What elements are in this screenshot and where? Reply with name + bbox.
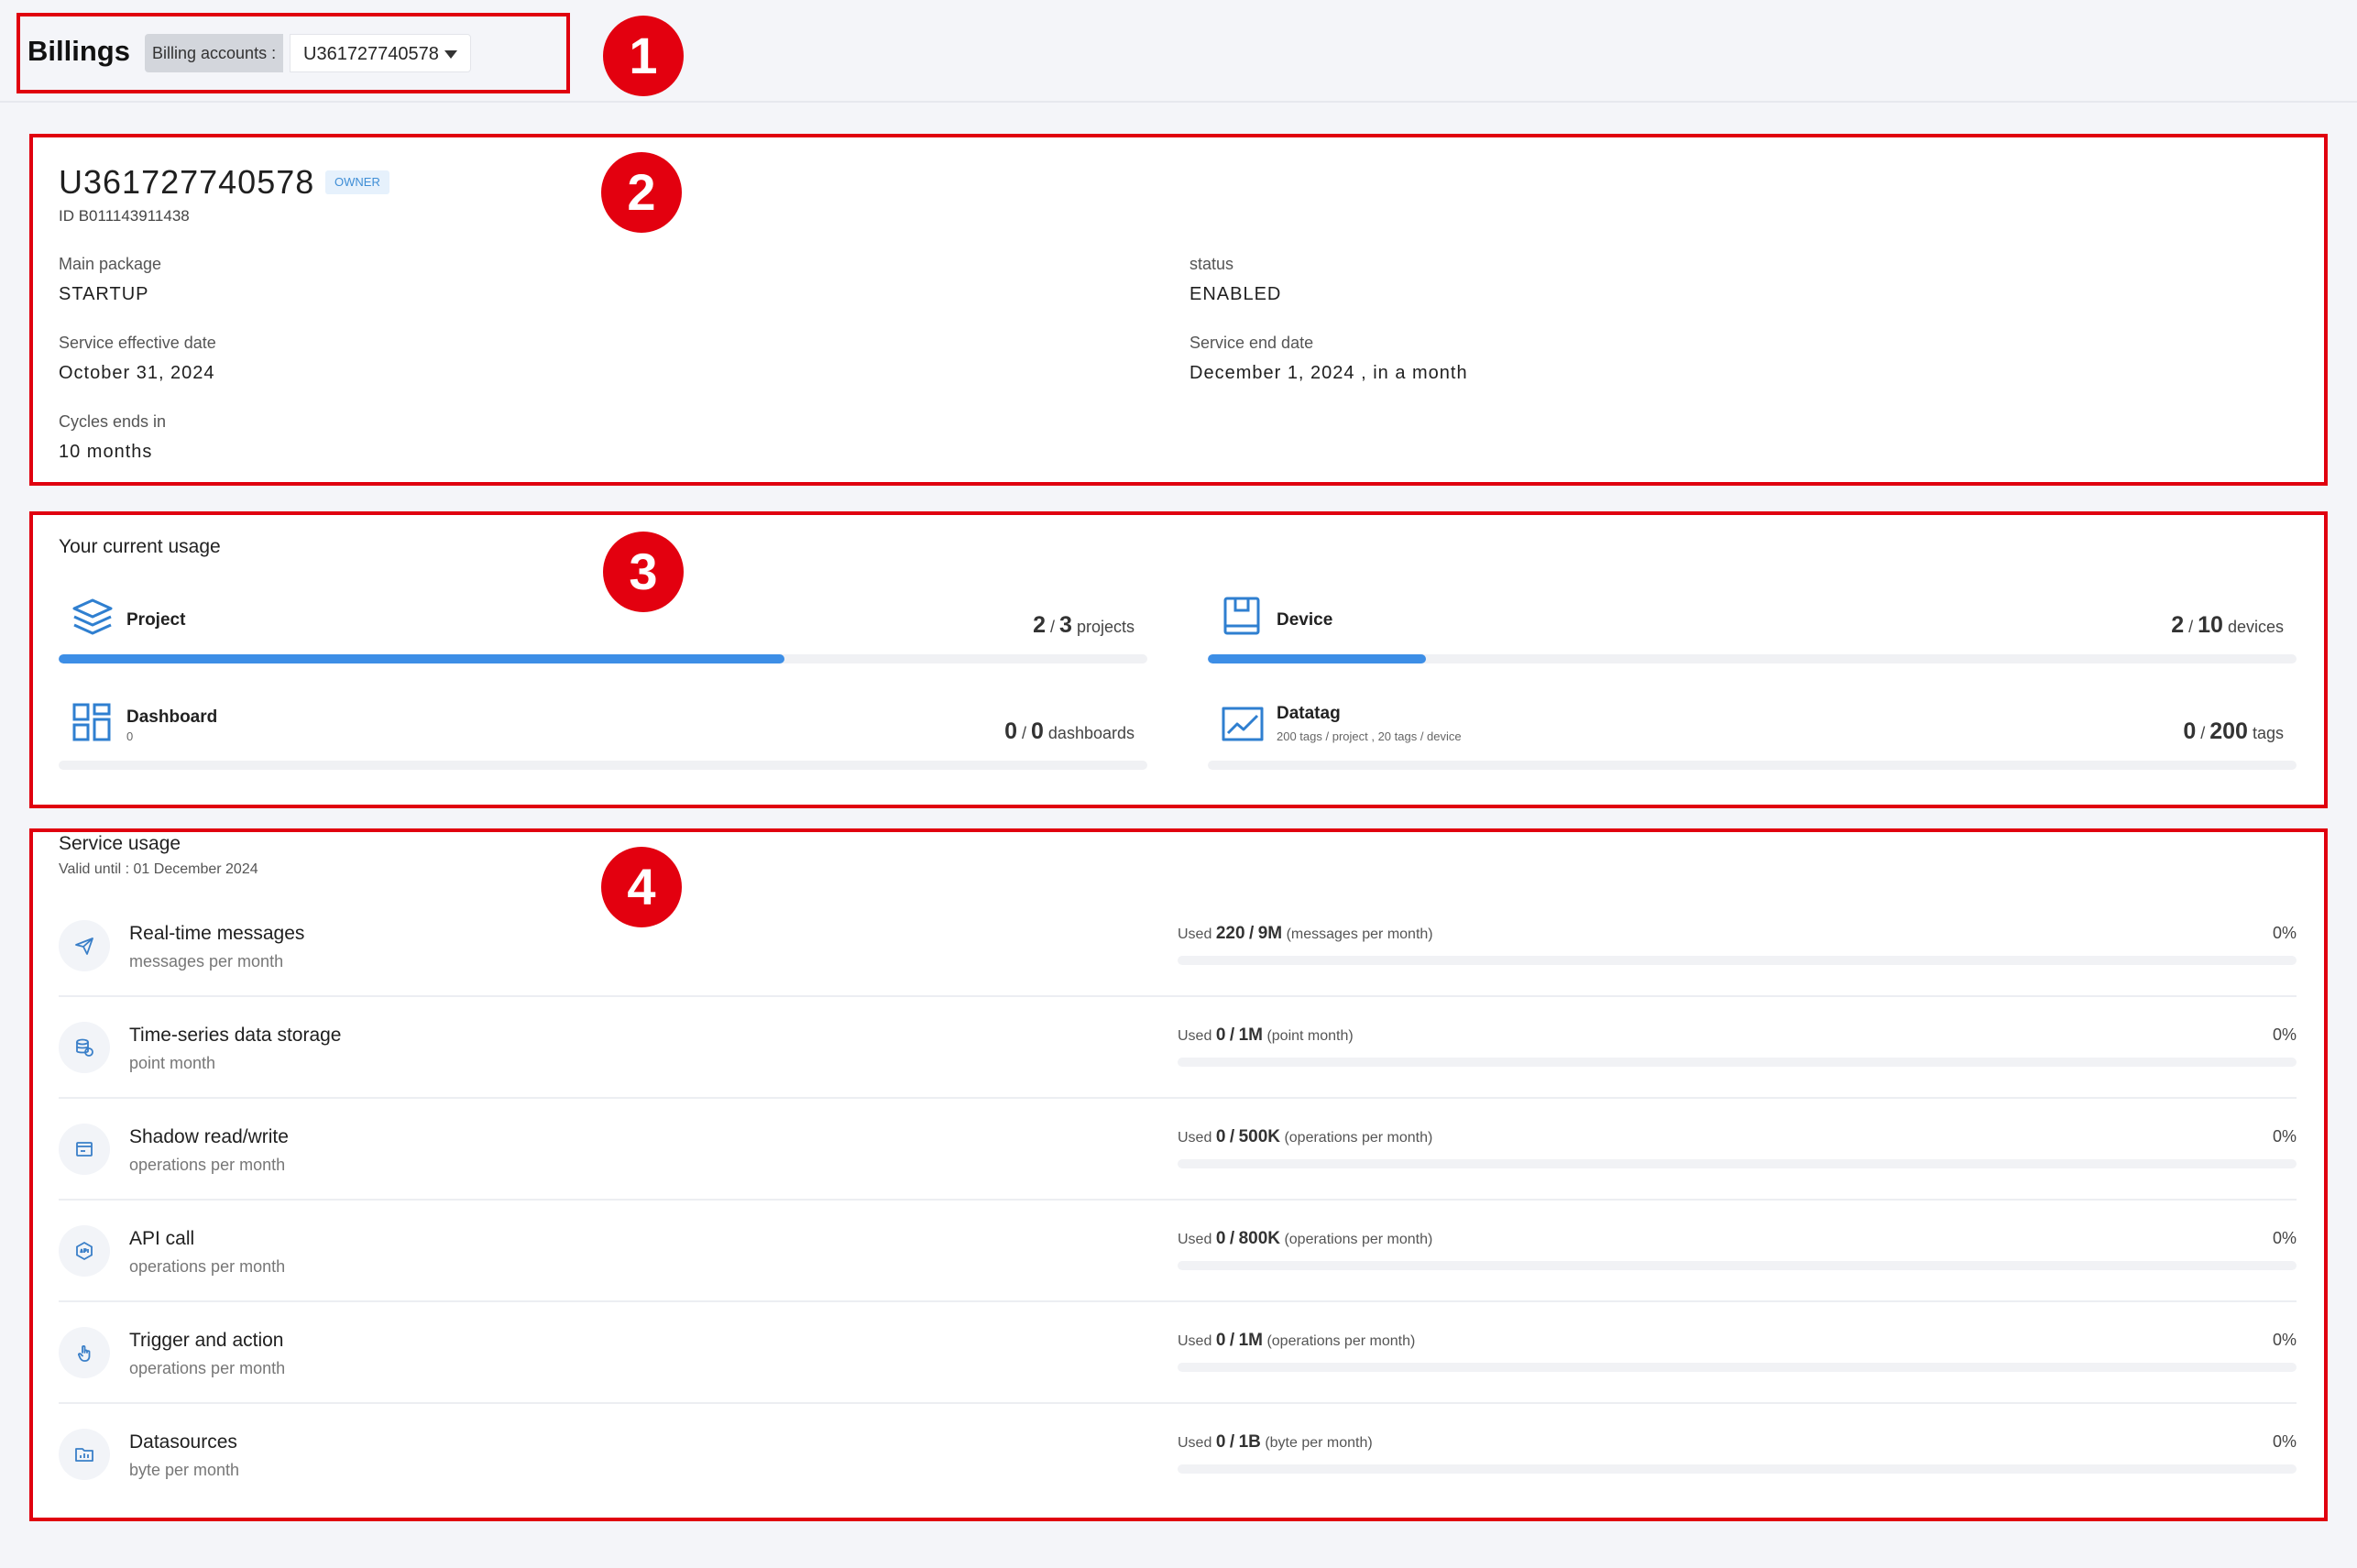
annotation-box-4 <box>29 828 2328 1521</box>
annotation-badge-4: 4 <box>601 847 682 927</box>
annotation-box-1 <box>16 13 570 93</box>
annotation-box-3 <box>29 511 2328 808</box>
annotation-badge-2: 2 <box>601 152 682 233</box>
annotation-box-2 <box>29 134 2328 486</box>
annotation-badge-3: 3 <box>603 532 684 612</box>
annotation-badge-1: 1 <box>603 16 684 96</box>
